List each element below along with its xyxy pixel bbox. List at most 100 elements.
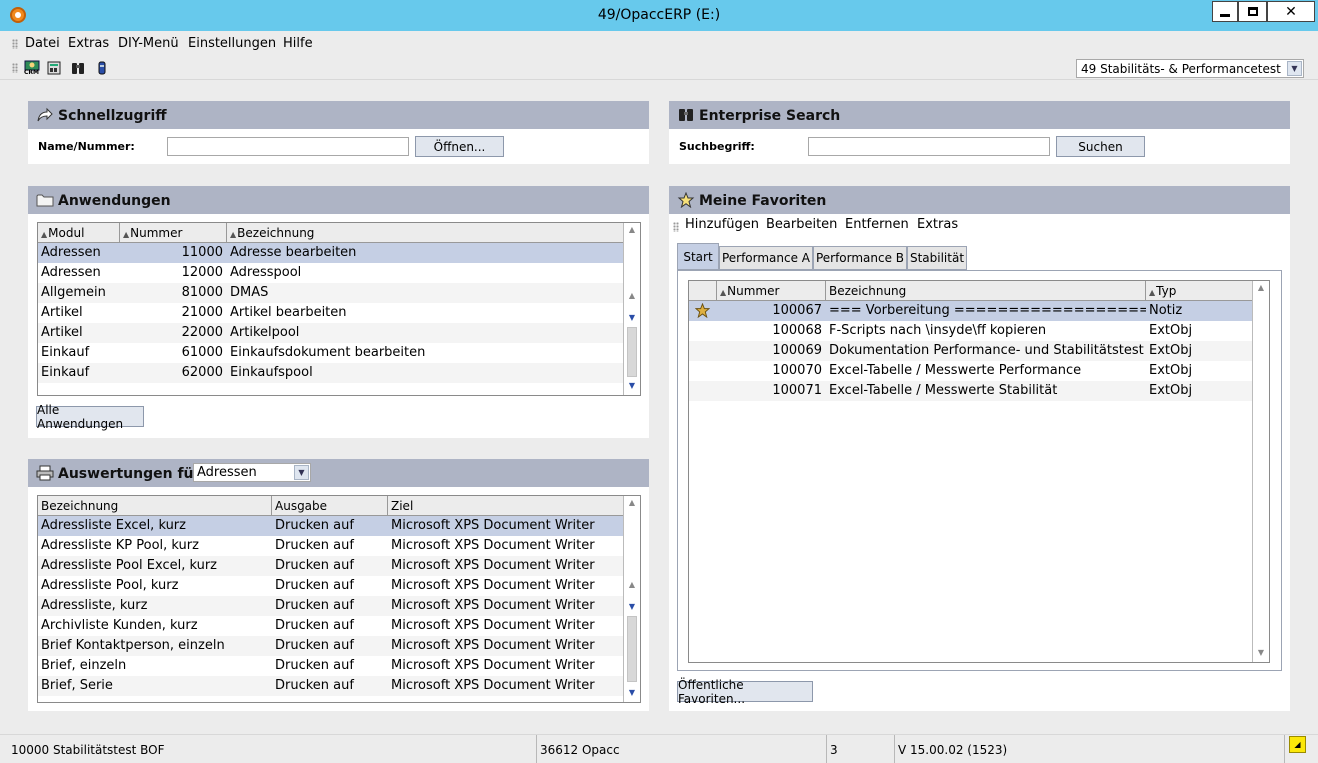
anwendungen-grid-header: ▲Modul ▲Nummer ▲Bezeichnung [38, 223, 624, 243]
chevron-down-icon[interactable]: ▼ [1287, 61, 1302, 76]
scroll-up-icon[interactable]: ▲ [1253, 283, 1269, 295]
menu-einstellungen[interactable]: Einstellungen [188, 36, 276, 51]
alle-anwendungen-button[interactable]: Alle Anwendungen [36, 403, 144, 431]
favoriten-header: Meine Favoriten [669, 186, 1290, 214]
fav-menu-extras[interactable]: Extras [917, 217, 958, 232]
table-row[interactable]: Adressliste Pool, kurz Drucken auf Microso… [38, 576, 624, 596]
oeffnen-button[interactable]: Öffnen... [415, 136, 504, 157]
scroll-up-icon[interactable]: ▲ [624, 225, 640, 237]
table-row[interactable]: Artikel 21000 Artikel bearbeiten [38, 303, 624, 323]
suchen-button[interactable]: Suchen [1056, 136, 1145, 157]
table-row[interactable]: Artikel 22000 Artikelpool [38, 323, 624, 343]
tab-performance-a[interactable]: Performance A [719, 246, 813, 270]
col-nummer[interactable]: ▲Nummer [120, 223, 227, 243]
anwendungen-scrollbar[interactable]: ▲ ▲ ▼ ▼ [623, 223, 640, 395]
table-row[interactable]: Einkauf 62000 Einkaufspool [38, 363, 624, 383]
binoculars-icon [679, 109, 693, 121]
table-row[interactable]: 100069 Dokumentation Performance- und Sta… [689, 341, 1253, 361]
chevron-down-icon[interactable]: ▼ [294, 465, 309, 480]
anwendungen-grid: ▲Modul ▲Nummer ▲Bezeichnung Adressen 1100… [37, 222, 641, 396]
col-bezeichnung[interactable]: Bezeichnung [826, 281, 1146, 301]
menu-diy[interactable]: DIY-Menü [118, 36, 179, 51]
col-ziel[interactable]: Ziel [388, 496, 624, 516]
sort-icon: ▲ [41, 230, 48, 239]
window-title: 49/OpaccERP (E:) [597, 7, 721, 23]
col-nummer[interactable]: ▲Nummer [717, 281, 826, 301]
auswertungen-title: Auswertungen für [58, 466, 201, 482]
menu-datei[interactable]: Datei [25, 36, 60, 51]
fav-menu-hinzufuegen[interactable]: Hinzufügen [685, 217, 759, 232]
table-row[interactable]: Adressliste KP Pool, kurz Drucken auf Micr… [38, 536, 624, 556]
table-row[interactable]: 100067 === Vorbereitung =================… [689, 301, 1253, 321]
title-bar[interactable]: 49/OpaccERP (E:) ✕ [0, 0, 1318, 31]
table-row[interactable]: 100071 Excel-Tabelle / Messwerte Stabilit… [689, 381, 1253, 401]
table-row[interactable]: Adressen 12000 Adresspool [38, 263, 624, 283]
suchbegriff-input[interactable] [808, 137, 1050, 156]
crm-icon[interactable]: CRM [24, 60, 40, 76]
table-row[interactable]: 100070 Excel-Tabelle / Messwerte Performa… [689, 361, 1253, 381]
fav-menu-entfernen[interactable]: Entfernen [845, 217, 909, 232]
scroll-down-icon[interactable]: ▼ [624, 313, 640, 325]
table-row[interactable]: Brief, Serie Drucken auf Microsoft XPS Doc… [38, 676, 624, 696]
auswertungen-grid: Bezeichnung Ausgabe Ziel Adressliste Exc… [37, 495, 641, 703]
maximize-button[interactable] [1238, 1, 1267, 22]
col-icon [689, 281, 717, 301]
scroll-down-icon[interactable]: ▼ [1253, 648, 1269, 660]
mandant-select[interactable]: 49 Stabilitäts- & Performancetest ▼ [1076, 59, 1304, 78]
folder-icon [36, 194, 54, 207]
name-nummer-input[interactable] [167, 137, 409, 156]
notification-icon[interactable]: ◢ [1289, 736, 1306, 753]
table-row[interactable]: Adressliste Pool Excel, kurz Drucken auf M… [38, 556, 624, 576]
fav-menu-bearbeiten[interactable]: Bearbeiten [766, 217, 837, 232]
table-row[interactable]: Adressliste, kurz Drucken auf Microsoft XP… [38, 596, 624, 616]
favoriten-grid: ▲Nummer Bezeichnung ▲Typ 100067 === Vorbe… [688, 280, 1270, 663]
scroll-down-icon[interactable]: ▼ [624, 602, 640, 614]
enterprise-search-panel: Enterprise Search Suchbegriff: Suchen [669, 101, 1290, 164]
anwendungen-panel: Anwendungen ▲Modul ▲Nummer ▲Bezeichnung … [28, 186, 649, 438]
col-modul[interactable]: ▲Modul [38, 223, 120, 243]
oeffentliche-favoriten-button[interactable]: Öffentliche Favoriten... [677, 678, 813, 706]
auswertungen-header: Auswertungen für [28, 459, 649, 487]
col-ausgabe[interactable]: Ausgabe [272, 496, 388, 516]
auswertungen-filter-select[interactable]: Adressen ▼ [193, 463, 311, 482]
col-bezeichnung[interactable]: ▲Bezeichnung [227, 223, 624, 243]
tab-performance-b[interactable]: Performance B [813, 246, 907, 270]
scroll-down-icon[interactable]: ▼ [624, 688, 640, 700]
menu-hilfe[interactable]: Hilfe [283, 36, 313, 51]
table-row[interactable]: Brief, einzeln Drucken auf Microsoft XPS D… [38, 656, 624, 676]
table-row[interactable]: Adressliste Excel, kurz Drucken auf Micros… [38, 516, 624, 536]
auswertungen-scrollbar[interactable]: ▲ ▲ ▼ ▼ [623, 496, 640, 702]
scroll-thumb[interactable] [627, 616, 637, 682]
tab-stabilitaet[interactable]: Stabilität [907, 246, 967, 270]
close-button[interactable]: ✕ [1267, 1, 1315, 22]
table-row[interactable]: Brief Kontaktperson, einzeln Drucken auf M… [38, 636, 624, 656]
favoriten-scrollbar[interactable]: ▲ ▼ [1252, 281, 1269, 662]
menu-extras[interactable]: Extras [68, 36, 109, 51]
printer-icon [36, 465, 54, 481]
col-bezeichnung[interactable]: Bezeichnung [38, 496, 272, 516]
scroll-down-icon[interactable]: ▼ [624, 381, 640, 393]
table-row[interactable]: Einkauf 61000 Einkaufsdokument bearbeiten [38, 343, 624, 363]
anwendungen-title: Anwendungen [58, 193, 171, 209]
scroll-thumb[interactable] [627, 327, 637, 377]
table-row[interactable]: Allgemein 81000 DMAS [38, 283, 624, 303]
table-row[interactable]: 100068 F-Scripts nach \insyde\ff kopieren… [689, 321, 1253, 341]
tab-start[interactable]: Start [677, 243, 719, 270]
favoriten-panel: Meine Favoriten Hinzufügen Bearbeiten En… [669, 186, 1290, 711]
status-bar: 10000 Stabilitätstest BOF 36612 Opacc 3 … [0, 734, 1318, 763]
minimize-button[interactable] [1212, 1, 1238, 22]
scroll-up-icon[interactable]: ▲ [624, 580, 640, 592]
table-row[interactable]: Archivliste Kunden, kurz Drucken auf Micro… [38, 616, 624, 636]
sort-icon: ▲ [123, 230, 130, 239]
flashlight-icon[interactable] [94, 60, 110, 76]
accounting-icon[interactable] [47, 60, 63, 76]
table-row[interactable]: Adressen 11000 Adresse bearbeiten [38, 243, 624, 263]
scroll-up-icon[interactable]: ▲ [624, 498, 640, 510]
binoculars-icon[interactable] [70, 60, 86, 76]
name-nummer-label: Name/Nummer: [38, 140, 135, 153]
grip-icon [673, 222, 679, 232]
scroll-up-icon[interactable]: ▲ [624, 291, 640, 303]
status-version: V 15.00.02 (1523) [895, 735, 1285, 763]
col-typ[interactable]: ▲Typ [1146, 281, 1253, 301]
sort-icon: ▲ [230, 230, 237, 239]
